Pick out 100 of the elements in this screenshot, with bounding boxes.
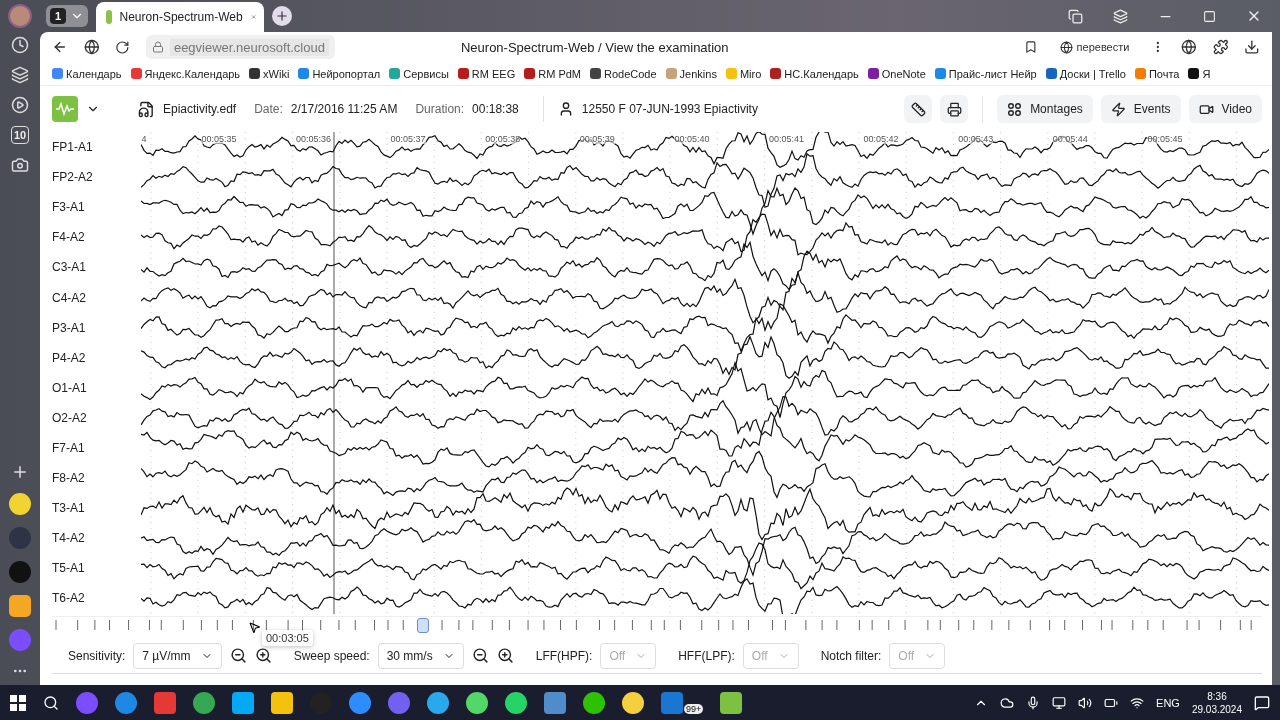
- search-icon[interactable]: [43, 694, 59, 711]
- app-icon[interactable]: [9, 493, 31, 515]
- zoom-in-icon[interactable]: [254, 647, 272, 664]
- taskbar-app-icon[interactable]: [505, 691, 527, 714]
- time-label: 00:05:43: [958, 134, 994, 144]
- taskbar-app-icon[interactable]: [583, 691, 605, 714]
- circles-icon: [1007, 101, 1023, 117]
- bookmark-link[interactable]: Прайс-лист Нейр: [934, 67, 1037, 80]
- profile-avatar[interactable]: [8, 4, 32, 28]
- download-icon[interactable]: [1244, 39, 1260, 55]
- toolbar-button[interactable]: Video: [1188, 95, 1262, 123]
- bookmark-link[interactable]: Почта: [1134, 67, 1180, 80]
- assistant-icon[interactable]: [1181, 39, 1197, 55]
- bookmark-link[interactable]: RM PdM: [524, 67, 581, 80]
- restore-icon[interactable]: [1203, 9, 1216, 23]
- camera-icon[interactable]: [11, 156, 29, 174]
- bookmark-link[interactable]: Я: [1188, 67, 1211, 80]
- language-indicator[interactable]: ENG: [1156, 696, 1180, 709]
- time-label: 00:05:40: [674, 134, 710, 144]
- taskbar-app-icon[interactable]: [193, 691, 215, 714]
- menu-icon[interactable]: [1113, 8, 1128, 24]
- reload-icon[interactable]: [115, 39, 130, 55]
- bookmark-link[interactable]: xWiki: [249, 67, 290, 80]
- notifications-icon[interactable]: [1254, 694, 1270, 711]
- control-label: Sensitivity:: [68, 648, 126, 663]
- time-label: 00:05:37: [390, 134, 426, 144]
- file-icon: [138, 100, 155, 118]
- toolbar-button[interactable]: Events: [1100, 95, 1181, 123]
- microphone-icon[interactable]: [1026, 695, 1041, 710]
- channel-label: O1-A1: [52, 379, 88, 397]
- channel-label: F7-A1: [52, 440, 86, 457]
- page-title: Neuron-Spectrum-Web / View the examination: [460, 39, 730, 55]
- bookmark-link[interactable]: Доски | Trello: [1045, 67, 1126, 80]
- counter-badge[interactable]: 10: [11, 126, 29, 144]
- address-bar[interactable]: eegviewer.neurosoft.cloud: [145, 35, 335, 59]
- duration-label: Duration:: [415, 102, 465, 116]
- windows-start-icon[interactable]: [10, 694, 26, 711]
- taskbar-clock[interactable]: 8:36 29.03.2024: [1191, 689, 1242, 716]
- channel-label: C3-A1: [52, 259, 87, 277]
- bookmark-link[interactable]: RodeCode: [590, 67, 657, 80]
- taskbar-app-icon[interactable]: [271, 691, 293, 714]
- bookmark-link[interactable]: Яндекс.Календарь: [130, 67, 241, 80]
- taskbar-app-icon[interactable]: [349, 691, 371, 714]
- taskbar-app-icon[interactable]: [622, 691, 644, 714]
- zoom-out-icon[interactable]: [471, 647, 489, 664]
- translate-button[interactable]: перевести: [1053, 40, 1136, 54]
- print-button[interactable]: [940, 95, 969, 123]
- bookmark-link[interactable]: Нейропортал: [298, 67, 381, 80]
- time-label: 00:05:41: [769, 134, 805, 144]
- bookmark-link[interactable]: Календарь: [52, 67, 122, 80]
- ruler-button[interactable]: [904, 95, 933, 123]
- lock-icon: [151, 41, 164, 53]
- bookmark-link[interactable]: НС.Календарь: [770, 67, 859, 80]
- new-tab-button[interactable]: [272, 6, 293, 26]
- tabs-icon[interactable]: [11, 66, 29, 84]
- cloud-icon[interactable]: [1000, 695, 1015, 710]
- display-icon[interactable]: [1052, 695, 1067, 710]
- bookmark-link[interactable]: Jenkins: [665, 67, 717, 80]
- toolbar-button[interactable]: Montages: [997, 95, 1093, 123]
- app-icon[interactable]: [9, 595, 31, 617]
- channel-label: F3-A1: [52, 199, 86, 217]
- add-icon[interactable]: [11, 463, 29, 481]
- time-label: 00:05:35: [201, 134, 237, 144]
- extensions-icon[interactable]: [1212, 39, 1229, 55]
- channel-label: T5-A1: [52, 560, 86, 578]
- history-icon[interactable]: [11, 36, 29, 54]
- channel-label: F4-A2: [52, 229, 86, 247]
- zoom-out-icon[interactable]: [229, 647, 247, 664]
- bookmark-icon[interactable]: [1023, 40, 1038, 54]
- collections-icon[interactable]: [1068, 8, 1083, 24]
- time-label: 00:05:45: [1147, 134, 1183, 144]
- dropdown[interactable]: 7 µV/mm: [133, 642, 222, 669]
- channel-label: T3-A1: [52, 500, 86, 518]
- tab-switcher[interactable]: 1: [46, 5, 89, 27]
- play-icon[interactable]: [11, 96, 29, 114]
- back-icon[interactable]: [52, 39, 68, 55]
- timeline-handle[interactable]: [417, 618, 430, 633]
- channel-label: C4-A2: [52, 289, 87, 307]
- bookmark-link[interactable]: OneNote: [867, 67, 926, 80]
- bookmark-link[interactable]: Miro: [725, 67, 762, 80]
- channel-label: T4-A2: [52, 530, 86, 548]
- dropdown[interactable]: 30 mm/s: [377, 642, 464, 669]
- taskbar-app-icon[interactable]: [232, 691, 254, 714]
- taskbar-app-icon[interactable]: [544, 691, 566, 714]
- browser-tab[interactable]: Neuron-Spectrum-Web: [96, 2, 265, 32]
- patient-info: 12550 F 07-JUN-1993 Epiactivity: [581, 102, 758, 116]
- channel-label: FP2-A2: [52, 169, 94, 187]
- taskbar-app-icon[interactable]: [466, 691, 488, 714]
- browser-logo-icon[interactable]: [83, 39, 100, 55]
- bookmark-link[interactable]: Сервисы: [389, 67, 449, 80]
- time-label: 00:05:42: [863, 134, 899, 144]
- taskbar-app-icon[interactable]: [115, 691, 137, 714]
- bookmark-link[interactable]: RM EEG: [457, 67, 516, 80]
- wifi-icon[interactable]: [1130, 695, 1145, 710]
- control-label: HFF(LPF):: [678, 648, 735, 663]
- taskbar-app-icon[interactable]: [720, 691, 743, 714]
- zoom-in-icon[interactable]: [496, 647, 514, 664]
- volume-icon[interactable]: [1078, 695, 1093, 710]
- taskbar-app-icon[interactable]: [427, 691, 449, 714]
- time-label: 00:05:39: [579, 134, 615, 144]
